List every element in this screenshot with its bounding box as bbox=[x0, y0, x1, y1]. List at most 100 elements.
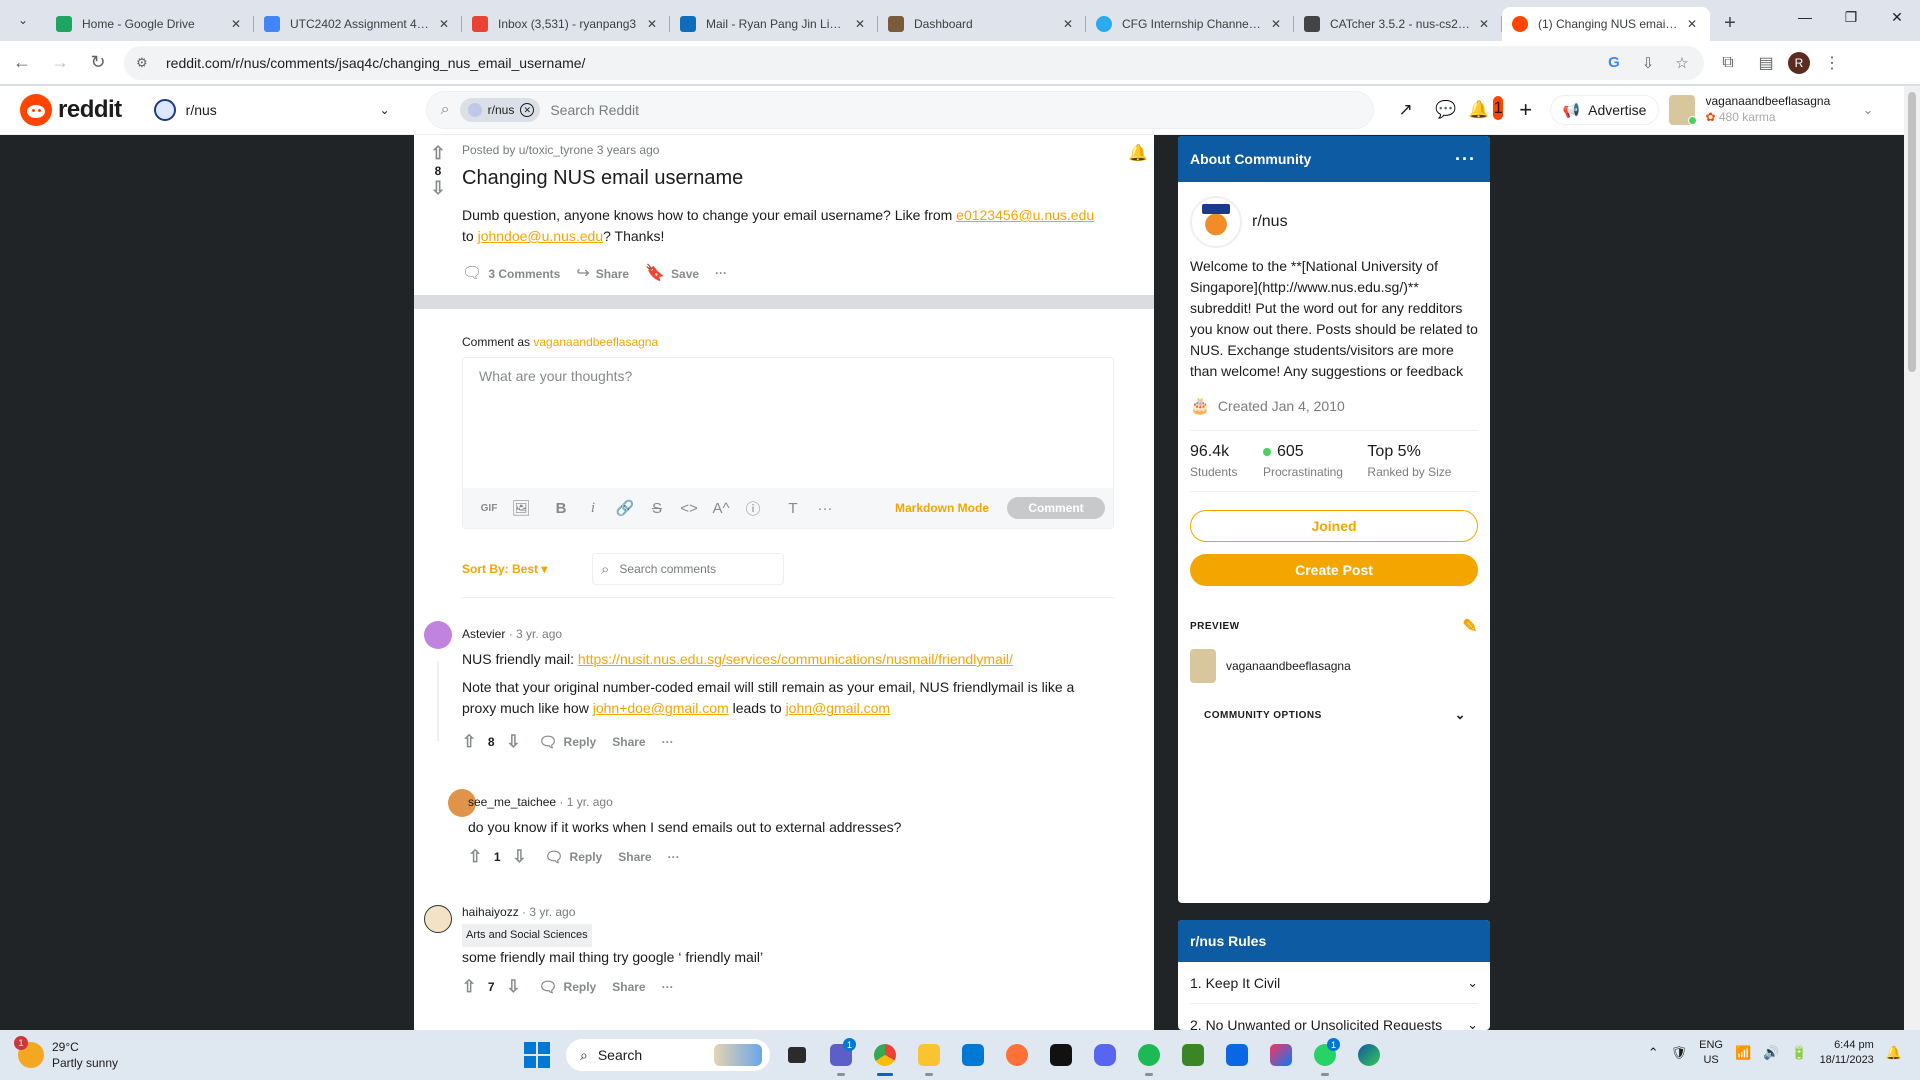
popular-icon[interactable]: ↗ bbox=[1392, 96, 1420, 124]
gif-icon[interactable]: GIF bbox=[473, 494, 505, 522]
italic-icon[interactable]: i bbox=[577, 494, 609, 522]
rule-item[interactable]: 1. Keep It Civil ⌄ bbox=[1190, 962, 1478, 1004]
comments-button[interactable]: 🗨 3 Comments bbox=[462, 263, 560, 283]
friendlymail-link[interactable]: https://nusit.nus.edu.sg/services/commun… bbox=[578, 651, 1013, 667]
sort-dropdown[interactable]: Sort By: Best ▾ bbox=[462, 562, 592, 576]
strikethrough-icon[interactable]: S bbox=[641, 494, 673, 522]
spoiler-icon[interactable]: ⓘ bbox=[737, 494, 769, 522]
task-view-icon[interactable] bbox=[780, 1038, 814, 1072]
side-panel-icon[interactable]: ▤ bbox=[1750, 47, 1782, 79]
reddit-search-bar[interactable]: ⌕ r/nus ✕ Search Reddit bbox=[425, 91, 1374, 129]
browser-tab[interactable]: CFG Internship Channel fo ✕ bbox=[1086, 7, 1294, 41]
page-scrollbar[interactable] bbox=[1904, 86, 1920, 1030]
avatar[interactable] bbox=[424, 621, 452, 649]
more-options-icon[interactable]: ··· bbox=[715, 266, 727, 280]
install-app-icon[interactable]: ⇩ bbox=[1634, 49, 1662, 77]
new-tab-button[interactable]: + bbox=[1716, 9, 1744, 37]
reply-button[interactable]: 🗨 Reply bbox=[539, 733, 597, 751]
google-lens-icon[interactable]: G bbox=[1600, 49, 1628, 77]
edit-pencil-icon[interactable]: ✎ bbox=[1462, 616, 1478, 637]
weather-widget[interactable]: 1 29°C Partly sunny bbox=[14, 1036, 118, 1071]
follow-post-bell-icon[interactable]: 🔔 bbox=[1128, 143, 1148, 163]
close-tab-icon[interactable]: ✕ bbox=[1060, 16, 1076, 32]
teams-icon[interactable]: 1 bbox=[824, 1038, 858, 1076]
comment-composer[interactable]: What are your thoughts? GIF 🖼 B i 🔗 S <>… bbox=[462, 357, 1114, 529]
profile-avatar[interactable]: R bbox=[1788, 51, 1810, 74]
comment-author[interactable]: see_me_taichee bbox=[468, 795, 556, 809]
upvote-arrow-icon[interactable]: ⇧ bbox=[462, 977, 476, 997]
browser-tab[interactable]: Dashboard ✕ bbox=[878, 7, 1086, 41]
rule-item[interactable]: 2. No Unwanted or Unsolicited Requests ⌄ bbox=[1190, 1004, 1478, 1031]
tab-search-button[interactable]: ⌄ bbox=[6, 4, 40, 36]
chrome-menu-icon[interactable]: ⋮ bbox=[1816, 47, 1848, 79]
email-link[interactable]: john+doe@gmail.com bbox=[593, 700, 729, 716]
share-button[interactable]: Share bbox=[618, 850, 651, 864]
notion-icon[interactable] bbox=[1044, 1038, 1078, 1072]
browser-tab[interactable]: CATcher 3.5.2 - nus-cs2103 ✕ bbox=[1294, 7, 1502, 41]
close-tab-icon[interactable]: ✕ bbox=[1684, 16, 1700, 32]
email-link[interactable]: johndoe@u.nus.edu bbox=[478, 228, 604, 244]
downvote-arrow-icon[interactable]: ⇩ bbox=[512, 847, 526, 867]
spotify-icon[interactable] bbox=[1132, 1038, 1166, 1076]
microsoft-store-icon[interactable] bbox=[956, 1038, 990, 1072]
bookmark-star-icon[interactable]: ☆ bbox=[1668, 49, 1696, 77]
more-options-icon[interactable]: ··· bbox=[668, 850, 680, 864]
comment-as-user[interactable]: vaganaandbeeflasagna bbox=[533, 335, 658, 349]
link-icon[interactable]: 🔗 bbox=[609, 494, 641, 522]
comment-author[interactable]: haihaiyozz bbox=[462, 905, 519, 919]
whatsapp-icon[interactable]: 1 bbox=[1308, 1038, 1342, 1076]
save-button[interactable]: 🔖 Save bbox=[645, 263, 699, 283]
bold-icon[interactable]: B bbox=[545, 494, 577, 522]
downvote-arrow-icon[interactable]: ⇩ bbox=[426, 178, 450, 199]
reload-icon[interactable]: ↻ bbox=[82, 47, 114, 79]
url-text[interactable]: reddit.com/r/nus/comments/jsaq4c/changin… bbox=[166, 55, 585, 71]
create-post-button[interactable]: Create Post bbox=[1190, 554, 1478, 586]
reply-button[interactable]: 🗨 Reply bbox=[539, 978, 597, 996]
wifi-icon[interactable]: 📶 bbox=[1735, 1045, 1751, 1061]
image-icon[interactable]: 🖼 bbox=[505, 494, 537, 522]
discord-icon[interactable] bbox=[1088, 1038, 1122, 1072]
chrome-icon[interactable] bbox=[868, 1038, 902, 1076]
upvote-arrow-icon[interactable]: ⇧ bbox=[468, 847, 482, 867]
browser-tab[interactable]: Inbox (3,531) - ryanpang3 ✕ bbox=[462, 7, 670, 41]
notification-bell-icon[interactable]: 🔔 bbox=[1886, 1045, 1902, 1061]
email-link[interactable]: e0123456@u.nus.edu bbox=[956, 207, 1094, 223]
upvote-arrow-icon[interactable]: ⇧ bbox=[426, 143, 450, 164]
extensions-icon[interactable]: ⧉ bbox=[1712, 47, 1744, 79]
browser-tab-active[interactable]: (1) Changing NUS email u ✕ bbox=[1502, 7, 1710, 41]
search-input[interactable]: Search Reddit bbox=[550, 102, 639, 118]
comment-time[interactable]: · 3 yr. ago bbox=[519, 905, 575, 919]
search-scope-chip[interactable]: r/nus ✕ bbox=[459, 98, 541, 122]
browser-tab[interactable]: UTC2402 Assignment 4 AY ✕ bbox=[254, 7, 462, 41]
user-menu[interactable]: vaganaandbeeflasagna ✿ 480 karma ⌄ bbox=[1669, 90, 1873, 130]
minimize-icon[interactable]: — bbox=[1782, 0, 1828, 34]
comment-thread-line[interactable] bbox=[437, 661, 439, 741]
battery-icon[interactable]: 🔋 bbox=[1791, 1045, 1807, 1061]
comment-textarea[interactable]: What are your thoughts? bbox=[479, 368, 632, 384]
share-button[interactable]: Share bbox=[612, 980, 645, 994]
community-name[interactable]: r/nus bbox=[1252, 213, 1288, 231]
superscript-icon[interactable]: A^ bbox=[705, 494, 737, 522]
volume-icon[interactable]: 🔊 bbox=[1763, 1045, 1779, 1061]
inline-code-icon[interactable]: <> bbox=[673, 494, 705, 522]
downvote-arrow-icon[interactable]: ⇩ bbox=[506, 732, 520, 752]
firefox-icon[interactable] bbox=[1000, 1038, 1034, 1072]
reply-button[interactable]: 🗨 Reply bbox=[545, 848, 603, 866]
comment-author[interactable]: Astevier bbox=[462, 627, 505, 641]
notifications-bell-icon[interactable]: 🔔 1 bbox=[1468, 94, 1506, 124]
close-tab-icon[interactable]: ✕ bbox=[1268, 16, 1284, 32]
site-info-icon[interactable]: ⚙ bbox=[136, 54, 154, 72]
avatar[interactable] bbox=[424, 905, 452, 933]
comment-submit-button[interactable]: Comment bbox=[1007, 497, 1105, 519]
intellij-icon[interactable] bbox=[1264, 1038, 1298, 1072]
close-tab-icon[interactable]: ✕ bbox=[436, 16, 452, 32]
address-bar[interactable]: ⚙ reddit.com/r/nus/comments/jsaq4c/chang… bbox=[124, 45, 1704, 80]
forward-arrow-icon[interactable]: → bbox=[44, 47, 76, 79]
comment-time[interactable]: · 3 yr. ago bbox=[505, 627, 562, 641]
file-explorer-icon[interactable] bbox=[912, 1038, 946, 1076]
close-tab-icon[interactable]: ✕ bbox=[228, 16, 244, 32]
more-options-icon[interactable]: ··· bbox=[662, 735, 674, 749]
more-options-icon[interactable]: ··· bbox=[1455, 149, 1476, 170]
close-window-icon[interactable]: ✕ bbox=[1874, 0, 1920, 34]
close-tab-icon[interactable]: ✕ bbox=[852, 16, 868, 32]
